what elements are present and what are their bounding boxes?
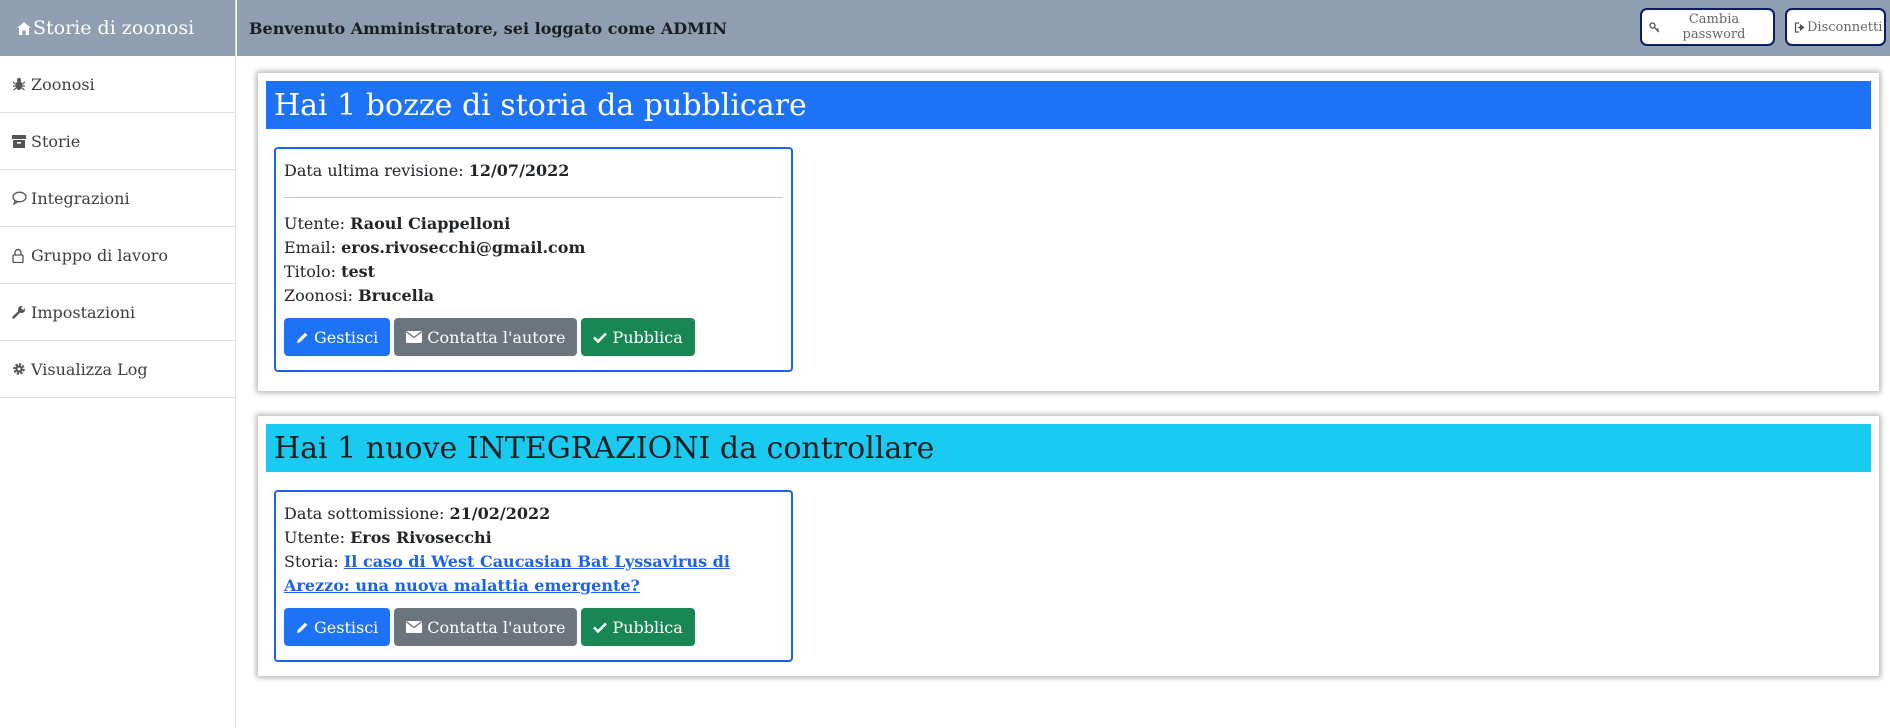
manage-button[interactable]: Gestisci [284, 318, 391, 356]
welcome-message: Benvenuto Amministratore, sei loggato co… [249, 18, 727, 38]
sidebar-item-label: Visualizza Log [31, 359, 148, 379]
integration-submitted: Data sottomissione: 21/02/2022 [284, 504, 551, 523]
integration-submitted-date: 21/02/2022 [449, 504, 551, 523]
brand-title: Storie di zoonosi [33, 17, 195, 39]
check-icon [593, 332, 608, 343]
sidebar-item-storie[interactable]: Storie [0, 113, 235, 170]
draft-revision: Data ultima revisione: 12/07/2022 [284, 161, 570, 180]
draft-email: Email: eros.rivosecchi@gmail.com [284, 238, 586, 257]
integrations-card: Hai 1 nuove INTEGRAZIONI da controllare … [258, 416, 1879, 676]
draft-actions: Gestisci Contatta l'autore Pubblica [284, 318, 783, 356]
drafts-card: Hai 1 bozze di storia da pubblicare Data… [258, 73, 1879, 391]
bug-icon [12, 77, 29, 91]
logout-label: Disconnetti [1807, 19, 1883, 35]
sidebar-item-integrazioni[interactable]: Integrazioni [0, 170, 235, 227]
sidebar: Storie di zoonosi Zoonosi Storie Integra… [0, 0, 236, 728]
envelope-icon [406, 331, 423, 343]
publish-button[interactable]: Pubblica [581, 318, 695, 356]
change-password-label: Cambia password [1682, 12, 1746, 42]
sidebar-item-label: Gruppo di lavoro [31, 245, 168, 265]
sidebar-item-label: Storie [31, 131, 81, 151]
archive-icon [12, 134, 29, 148]
draft-title: Titolo: test [284, 262, 376, 281]
brand-link[interactable]: Storie di zoonosi [0, 0, 235, 56]
integration-story: Storia: Il caso di West Caucasian Bat Ly… [284, 552, 730, 595]
integrations-header: Hai 1 nuove INTEGRAZIONI da controllare [266, 424, 1871, 472]
draft-zoonosis: Zoonosi: Brucella [284, 286, 435, 305]
logout-button[interactable]: Disconnetti [1785, 8, 1886, 46]
draft-item: Data ultima revisione: 12/07/2022 Utente… [274, 147, 793, 372]
sidebar-item-log[interactable]: Visualizza Log [0, 341, 235, 398]
lock-icon [12, 248, 29, 263]
integration-item: Data sottomissione: 21/02/2022 Utente: E… [274, 490, 793, 662]
contact-author-button[interactable]: Contatta l'autore [394, 608, 578, 646]
comment-icon [12, 191, 29, 205]
sidebar-item-label: Integrazioni [31, 188, 130, 208]
change-password-button[interactable]: Cambia password [1640, 8, 1775, 46]
contact-author-button[interactable]: Contatta l'autore [394, 318, 578, 356]
sidebar-item-label: Impostazioni [31, 302, 136, 322]
story-link[interactable]: Il caso di West Caucasian Bat Lyssavirus… [284, 552, 730, 595]
drafts-header: Hai 1 bozze di storia da pubblicare [266, 81, 1871, 129]
key-icon [1649, 21, 1660, 33]
publish-button[interactable]: Pubblica [581, 608, 695, 646]
envelope-icon [406, 621, 423, 633]
check-icon [593, 622, 608, 633]
pencil-icon [296, 331, 309, 344]
draft-user: Utente: Raoul Ciappelloni [284, 214, 511, 233]
sidebar-item-zoonosi[interactable]: Zoonosi [0, 56, 235, 113]
sidebar-item-label: Zoonosi [31, 74, 95, 94]
sidebar-item-gruppo[interactable]: Gruppo di lavoro [0, 227, 235, 284]
gear-icon [12, 362, 29, 376]
sign-out-icon [1794, 21, 1805, 33]
wrench-icon [12, 305, 29, 319]
integration-user: Utente: Eros Rivosecchi [284, 528, 492, 547]
integration-actions: Gestisci Contatta l'autore Pubblica [284, 608, 783, 646]
pencil-icon [296, 621, 309, 634]
divider [284, 197, 783, 198]
manage-button[interactable]: Gestisci [284, 608, 391, 646]
home-icon [16, 21, 32, 36]
sidebar-item-impostazioni[interactable]: Impostazioni [0, 284, 235, 341]
draft-revision-date: 12/07/2022 [468, 161, 570, 180]
